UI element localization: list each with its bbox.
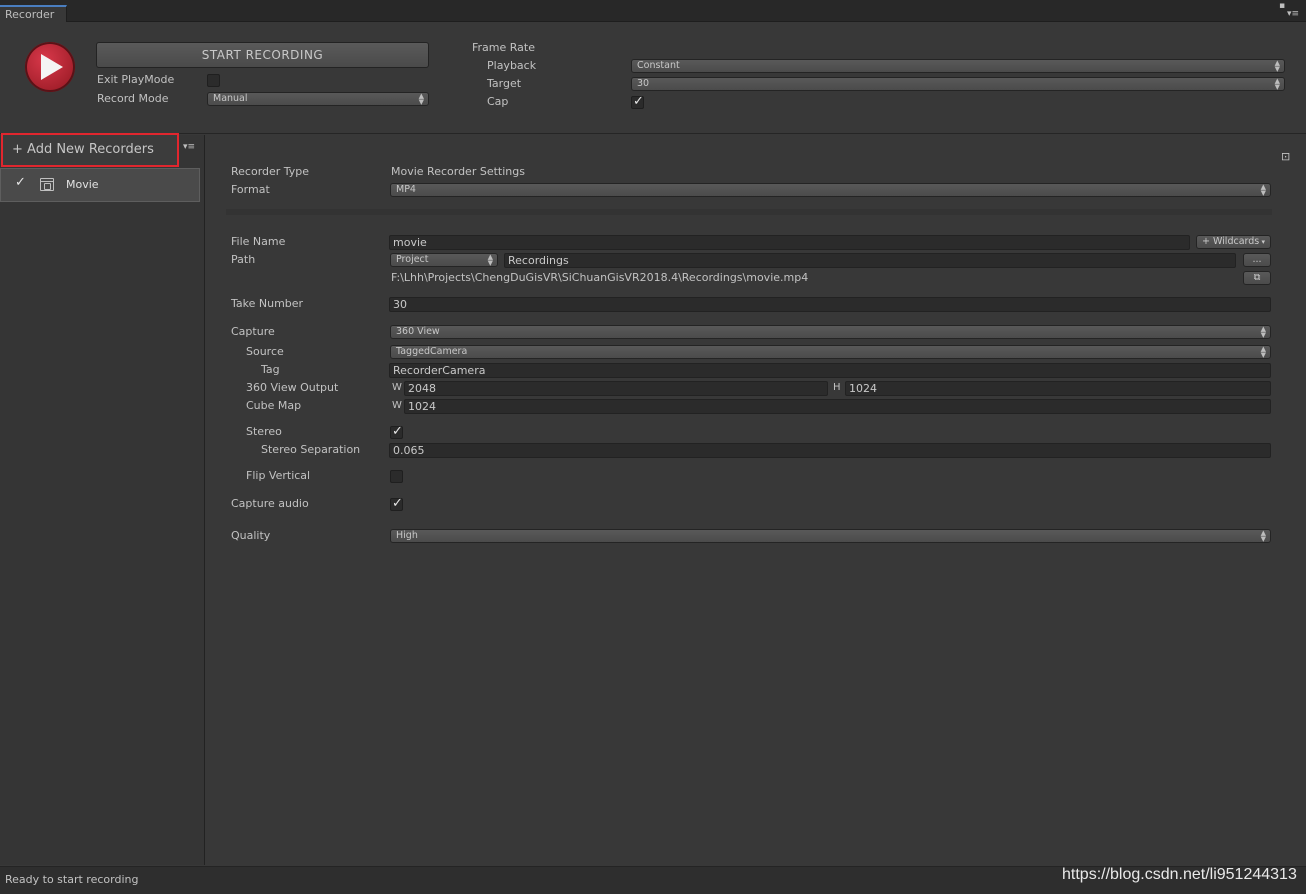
stereo-separation-label: Stereo Separation: [261, 443, 361, 456]
browse-button[interactable]: ...: [1243, 253, 1271, 267]
recorder-type-label: Recorder Type: [231, 165, 310, 178]
format-dropdown[interactable]: MP4 ▲ ▼: [390, 183, 1271, 197]
capture-audio-checkbox[interactable]: ✓: [390, 496, 403, 511]
format-value: MP4: [396, 184, 416, 195]
clapper-icon: [40, 178, 54, 191]
view-360-width-input[interactable]: 2048: [404, 381, 828, 396]
dropdown-arrow-icon: ▲ ▼: [1260, 529, 1266, 543]
record-mode-value: Manual: [213, 93, 248, 104]
target-dropdown[interactable]: 30 ▲ ▼: [631, 77, 1285, 91]
take-number-label: Take Number: [231, 297, 304, 310]
take-number-input[interactable]: 30: [389, 297, 1271, 312]
checkmark-icon: ✓: [392, 424, 403, 439]
checkmark-icon: ✓: [392, 496, 403, 511]
checkmark-icon: ✓: [633, 94, 644, 109]
movie-enabled-checkbox[interactable]: ✓: [14, 175, 27, 191]
open-folder-button[interactable]: ⧉: [1243, 271, 1271, 285]
tab-strip: [0, 0, 1306, 22]
file-name-input[interactable]: movie: [389, 235, 1190, 250]
cap-label: Cap: [487, 95, 509, 108]
record-button[interactable]: [25, 42, 75, 92]
path-label: Path: [231, 253, 256, 266]
capture-dropdown[interactable]: 360 View ▲ ▼: [390, 325, 1271, 339]
full-path-text: F:\Lhh\Projects\ChengDuGisVR\SiChuanGisV…: [391, 271, 809, 284]
view-360-output-label: 360 View Output: [246, 381, 339, 394]
menu-icon[interactable]: ▾≡: [1287, 10, 1299, 19]
playback-label: Playback: [487, 59, 537, 72]
dropdown-arrow-icon: ▲ ▼: [1260, 345, 1266, 359]
capture-label: Capture: [231, 325, 275, 338]
cube-map-width-input[interactable]: 1024: [404, 399, 1271, 414]
quality-value: High: [396, 530, 418, 541]
sidebar-item-movie[interactable]: [0, 168, 200, 202]
format-label: Format: [231, 183, 270, 196]
source-dropdown[interactable]: TaggedCamera ▲ ▼: [390, 345, 1271, 359]
status-text: Ready to start recording: [5, 873, 139, 886]
flip-vertical-checkbox[interactable]: [390, 470, 403, 483]
tag-input[interactable]: RecorderCamera: [389, 363, 1271, 378]
path-folder-input[interactable]: Recordings: [504, 253, 1236, 268]
path-root-dropdown[interactable]: Project ▲ ▼: [390, 253, 498, 267]
target-label: Target: [487, 77, 522, 90]
tag-label: Tag: [261, 363, 280, 376]
view-360-width-label: W: [392, 382, 402, 393]
playback-value: Constant: [637, 60, 680, 71]
capture-audio-label: Capture audio: [231, 497, 309, 510]
open-folder-icon: ⧉: [1253, 272, 1261, 283]
list-menu-icon[interactable]: ▾≡: [183, 142, 195, 152]
section-divider: [226, 209, 1272, 215]
target-value: 30: [637, 78, 650, 89]
exit-playmode-label: Exit PlayMode: [97, 73, 175, 86]
source-value: TaggedCamera: [396, 346, 468, 357]
quality-dropdown[interactable]: High ▲ ▼: [390, 529, 1271, 543]
start-recording-button[interactable]: START RECORDING: [96, 42, 429, 68]
cap-checkbox[interactable]: ✓: [631, 94, 644, 109]
preset-icon[interactable]: ⊡: [1281, 150, 1290, 163]
dropdown-arrow-icon: ▲ ▼: [1260, 183, 1266, 197]
add-new-recorders-button[interactable]: + Add New Recorders: [1, 133, 179, 167]
capture-value: 360 View: [396, 326, 440, 337]
tab-recorder[interactable]: Recorder: [0, 5, 67, 22]
cube-map-width-label: W: [392, 400, 402, 411]
path-root-value: Project: [396, 254, 429, 265]
playback-dropdown[interactable]: Constant ▲ ▼: [631, 59, 1285, 73]
sidebar-item-label: Movie: [66, 178, 99, 191]
record-mode-label: Record Mode: [97, 92, 169, 105]
recorders-list-panel: [0, 135, 205, 865]
stereo-checkbox[interactable]: ✓: [390, 424, 403, 439]
watermark-text: https://blog.csdn.net/li951244313: [1062, 866, 1297, 883]
wildcards-button[interactable]: + Wildcards ▾: [1196, 235, 1271, 249]
stereo-separation-input[interactable]: 0.065: [389, 443, 1271, 458]
exit-playmode-checkbox[interactable]: [207, 74, 220, 87]
dropdown-arrow-icon: ▲ ▼: [418, 92, 424, 106]
dropdown-arrow-icon: ▲ ▼: [487, 253, 493, 267]
wildcards-label: + Wildcards: [1202, 236, 1260, 247]
record-mode-dropdown[interactable]: Manual ▲ ▼: [207, 92, 429, 106]
dropdown-arrow-icon: ▲ ▼: [1274, 77, 1280, 91]
maximize-icon[interactable]: ▪: [1279, 2, 1285, 11]
play-icon: [41, 54, 63, 80]
file-name-label: File Name: [231, 235, 286, 248]
cube-map-label: Cube Map: [246, 399, 302, 412]
dropdown-arrow-icon: ▲ ▼: [1274, 59, 1280, 73]
dropdown-arrow-icon: ▲ ▼: [1260, 325, 1266, 339]
source-label: Source: [246, 345, 284, 358]
view-360-height-input[interactable]: 1024: [845, 381, 1271, 396]
dropdown-arrow-icon: ▾: [1259, 238, 1265, 246]
stereo-label: Stereo: [246, 425, 282, 438]
quality-label: Quality: [231, 529, 271, 542]
view-360-height-label: H: [833, 382, 841, 393]
checkmark-icon: ✓: [15, 175, 26, 190]
recorder-type-value: Movie Recorder Settings: [391, 165, 525, 178]
flip-vertical-label: Flip Vertical: [246, 469, 311, 482]
frame-rate-heading: Frame Rate: [472, 41, 535, 54]
